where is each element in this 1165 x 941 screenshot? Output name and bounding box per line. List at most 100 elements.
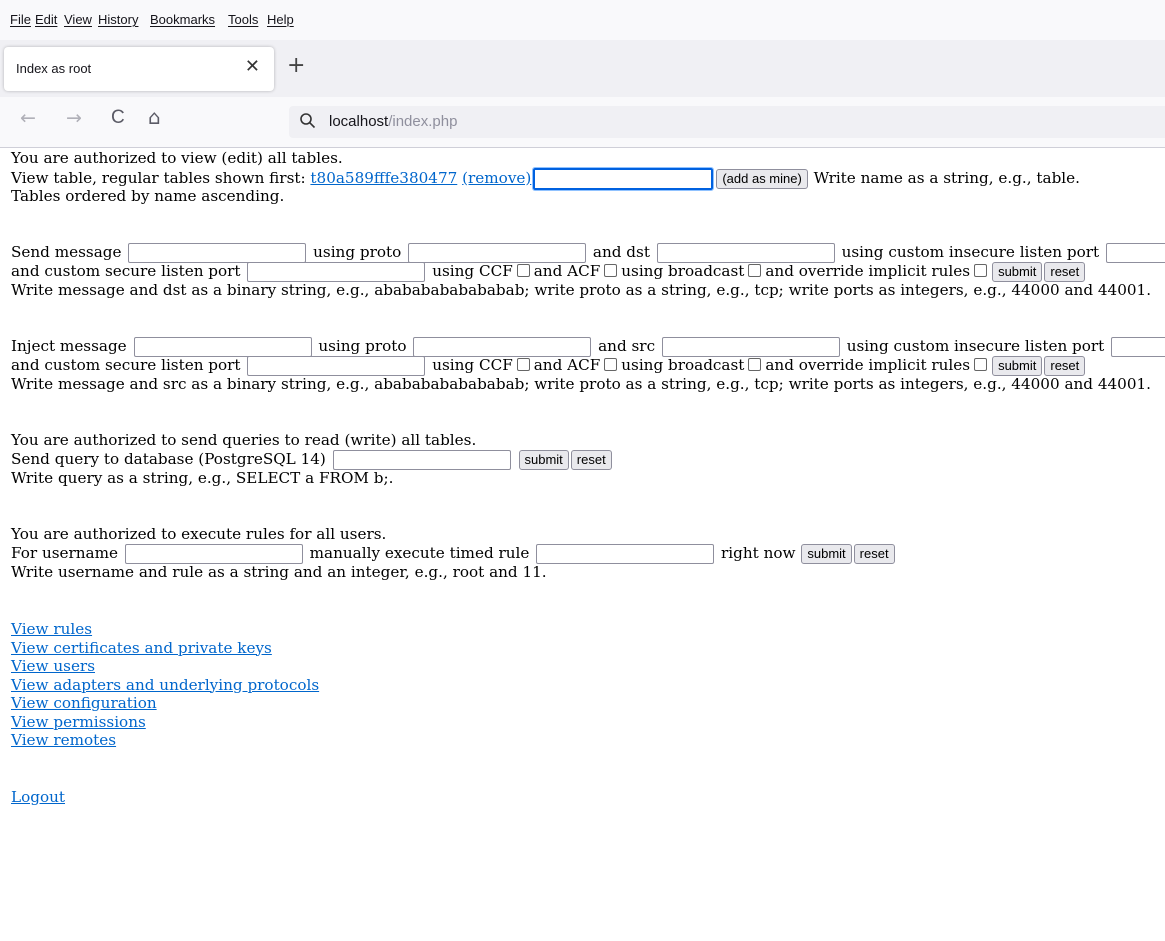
send-ccf-label: using CCF: [432, 262, 513, 280]
tables-auth-text: You are authorized to view (edit) all ta…: [11, 149, 343, 167]
send-submit-button[interactable]: submit: [992, 262, 1043, 282]
inject-hint: Write message and src as a binary string…: [11, 375, 1151, 393]
inject-reset-button[interactable]: reset: [1044, 356, 1086, 376]
view-configuration-link[interactable]: View configuration: [11, 694, 157, 712]
inject-insecure-port-input[interactable]: [1111, 337, 1165, 357]
view-adapters-link[interactable]: View adapters and underlying protocols: [11, 676, 319, 694]
view-table-label: View table, regular tables shown first:: [11, 169, 306, 187]
add-as-mine-button[interactable]: (add as mine): [716, 169, 808, 189]
send-row-2: and custom secure listen port using CCF a…: [11, 262, 1163, 282]
query-auth-text: You are authorized to send queries to re…: [11, 431, 477, 449]
rules-hint: Write username and rule as a string and …: [11, 563, 547, 581]
view-rules-link[interactable]: View rules: [11, 620, 92, 638]
menu-history[interactable]: History: [98, 12, 138, 27]
tab-title: Index as root: [16, 61, 92, 76]
tab-active[interactable]: Index as root ✕: [4, 47, 274, 91]
query-reset-button[interactable]: reset: [570, 450, 612, 470]
inject-ccf-label: using CCF: [432, 356, 513, 374]
send-reset-button[interactable]: reset: [1044, 262, 1086, 282]
send-acf-checkbox[interactable]: [604, 264, 618, 277]
send-dst-label: and dst: [592, 243, 650, 261]
send-hint: Write message and dst as a binary string…: [11, 281, 1152, 299]
logout-row: Logout: [11, 788, 1163, 807]
send-proto-input[interactable]: [408, 243, 587, 263]
nav-bar: ← → C ⌂ localhost/index.php: [0, 97, 1165, 148]
inject-override-label: and override implicit rules: [765, 356, 971, 374]
inject-broadcast-checkbox[interactable]: [748, 358, 762, 371]
view-table-row: View table, regular tables shown first: …: [11, 167, 1163, 191]
view-links-list: View rules View certificates and private…: [11, 620, 1163, 750]
inject-ccf-checkbox[interactable]: [516, 358, 530, 371]
inject-message-label: Inject message: [11, 337, 127, 355]
send-insecure-port-label: using custom insecure listen port: [841, 243, 1100, 261]
rules-auth-text: You are authorized to execute rules for …: [11, 525, 387, 543]
remove-link[interactable]: (remove): [462, 169, 531, 187]
search-icon: [300, 113, 316, 129]
send-broadcast-label: using broadcast: [621, 262, 745, 280]
inject-secure-port-label: and custom secure listen port: [11, 356, 241, 374]
table-name-input[interactable]: [532, 167, 715, 191]
query-submit-button[interactable]: submit: [518, 450, 569, 470]
inject-proto-label: using proto: [318, 337, 407, 355]
query-input[interactable]: [332, 450, 511, 470]
query-row: Send query to database (PostgreSQL 14) s…: [11, 450, 1163, 470]
send-secure-port-label: and custom secure listen port: [11, 262, 241, 280]
url-host: localhost: [329, 113, 389, 130]
forward-arrow-icon[interactable]: →: [66, 107, 82, 129]
logout-link[interactable]: Logout: [11, 788, 65, 806]
send-ccf-checkbox[interactable]: [516, 264, 530, 277]
menu-bookmarks[interactable]: Bookmarks: [150, 12, 215, 27]
tab-strip: Index as root ✕ +: [0, 40, 1165, 97]
inject-src-input[interactable]: [661, 337, 840, 357]
send-row-1: Send message using proto and dst using c…: [11, 243, 1165, 263]
rules-row: For username manually execute timed rule…: [11, 544, 1163, 564]
inject-submit-button[interactable]: submit: [992, 356, 1043, 376]
page-content: You are authorized to view (edit) all ta…: [11, 149, 1165, 807]
menu-edit[interactable]: Edit: [35, 12, 57, 27]
send-proto-label: using proto: [313, 243, 402, 261]
inject-secure-port-input[interactable]: [247, 356, 426, 376]
menu-help[interactable]: Help: [267, 12, 294, 27]
inject-src-label: and src: [598, 337, 656, 355]
send-acf-label: and ACF: [533, 262, 601, 280]
send-insecure-port-input[interactable]: [1105, 243, 1165, 263]
inject-row-2: and custom secure listen port using CCF a…: [11, 356, 1163, 376]
home-icon[interactable]: ⌂: [148, 105, 161, 129]
timed-rule-input[interactable]: [536, 544, 715, 564]
table-hint: Write name as a string, e.g., table.: [813, 169, 1080, 187]
rules-reset-button[interactable]: reset: [853, 544, 895, 564]
menu-tools[interactable]: Tools: [228, 12, 258, 27]
username-input[interactable]: [124, 544, 303, 564]
view-users-link[interactable]: View users: [11, 657, 95, 675]
inject-broadcast-label: using broadcast: [621, 356, 745, 374]
view-certificates-link[interactable]: View certificates and private keys: [11, 639, 272, 657]
rules-submit-button[interactable]: submit: [801, 544, 852, 564]
inject-override-checkbox[interactable]: [974, 358, 988, 371]
send-dst-input[interactable]: [656, 243, 835, 263]
table-link[interactable]: t80a589fffe380477: [310, 169, 457, 187]
menu-bar: File Edit View History Bookmarks Tools H…: [0, 0, 1165, 40]
view-remotes-link[interactable]: View remotes: [11, 731, 116, 749]
close-icon[interactable]: ✕: [245, 56, 260, 77]
timed-rule-label: manually execute timed rule: [309, 544, 530, 562]
send-override-checkbox[interactable]: [974, 264, 988, 277]
send-broadcast-checkbox[interactable]: [748, 264, 762, 277]
inject-message-input[interactable]: [133, 337, 312, 357]
inject-acf-checkbox[interactable]: [604, 358, 618, 371]
reload-icon[interactable]: C: [111, 107, 125, 129]
back-arrow-icon[interactable]: ←: [20, 107, 36, 129]
send-message-input[interactable]: [128, 243, 307, 263]
inject-proto-input[interactable]: [413, 337, 592, 357]
send-message-label: Send message: [11, 243, 122, 261]
url-path: /index.php: [388, 113, 458, 130]
url-bar[interactable]: localhost/index.php: [289, 106, 1165, 138]
menu-view[interactable]: View: [64, 12, 92, 27]
plus-icon[interactable]: +: [287, 53, 305, 78]
query-label: Send query to database (PostgreSQL 14): [11, 450, 326, 468]
inject-acf-label: and ACF: [533, 356, 601, 374]
send-secure-port-input[interactable]: [247, 262, 426, 282]
menu-file[interactable]: File: [10, 12, 31, 27]
inject-insecure-port-label: using custom insecure listen port: [846, 337, 1105, 355]
view-permissions-link[interactable]: View permissions: [11, 713, 146, 731]
username-label: For username: [11, 544, 118, 562]
